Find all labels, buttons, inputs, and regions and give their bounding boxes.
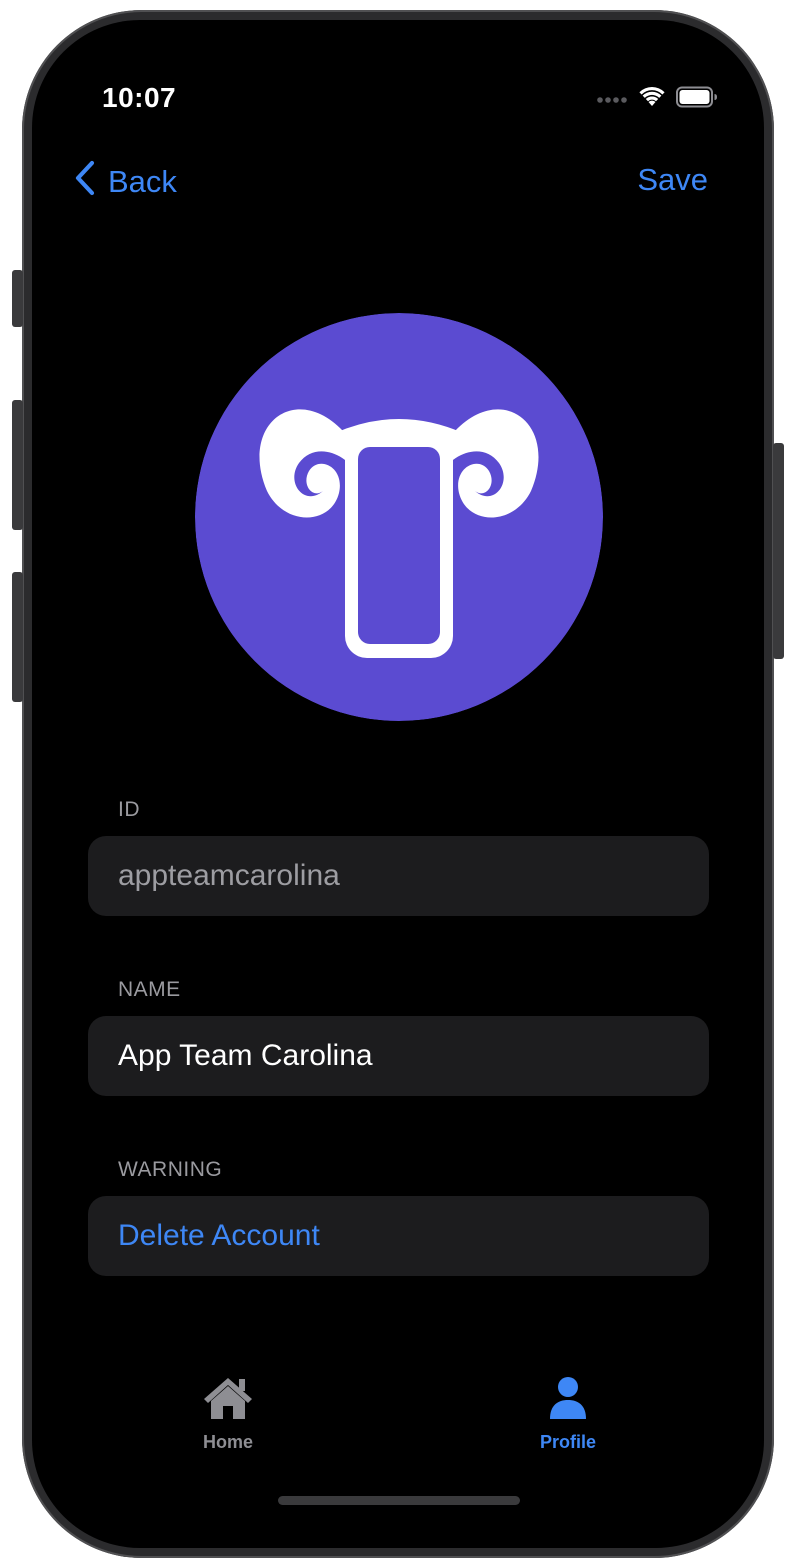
- profile-avatar: [195, 313, 603, 721]
- tab-home-label: Home: [202, 1432, 253, 1452]
- power-button: [773, 443, 784, 659]
- name-section-label: NAME: [118, 978, 181, 1001]
- name-field[interactable]: App Team Carolina: [88, 1016, 709, 1096]
- signal-dots-icon: [596, 91, 628, 109]
- volume-up-button: [12, 400, 23, 530]
- house-icon: [202, 1375, 254, 1426]
- back-label: Back: [108, 164, 177, 199]
- tab-profile-label: Profile: [539, 1432, 596, 1452]
- tab-home[interactable]: Home: [168, 1375, 288, 1453]
- name-value: App Team Carolina: [118, 1039, 373, 1072]
- wifi-icon: [638, 86, 666, 113]
- ram-phone-logo-icon: [195, 313, 603, 721]
- id-field: appteamcarolina: [88, 836, 709, 916]
- home-indicator[interactable]: [278, 1496, 520, 1505]
- person-icon: [542, 1375, 594, 1426]
- chevron-left-icon: [74, 160, 96, 204]
- silent-switch: [12, 270, 23, 327]
- back-button[interactable]: Back: [74, 160, 177, 204]
- delete-account-label: Delete Account: [118, 1219, 320, 1252]
- tab-profile[interactable]: Profile: [508, 1375, 628, 1453]
- status-icons: [596, 86, 718, 113]
- battery-icon: [676, 86, 718, 113]
- warning-section-label: WARNING: [118, 1158, 223, 1181]
- app-screen: 10:07 Back Save ID appteamcarolina NAME …: [32, 20, 764, 1548]
- id-value: appteamcarolina: [118, 859, 340, 892]
- delete-account-button[interactable]: Delete Account: [88, 1196, 709, 1276]
- volume-down-button: [12, 572, 23, 702]
- id-section-label: ID: [118, 798, 140, 821]
- save-button[interactable]: Save: [637, 162, 708, 198]
- status-time: 10:07: [102, 82, 177, 113]
